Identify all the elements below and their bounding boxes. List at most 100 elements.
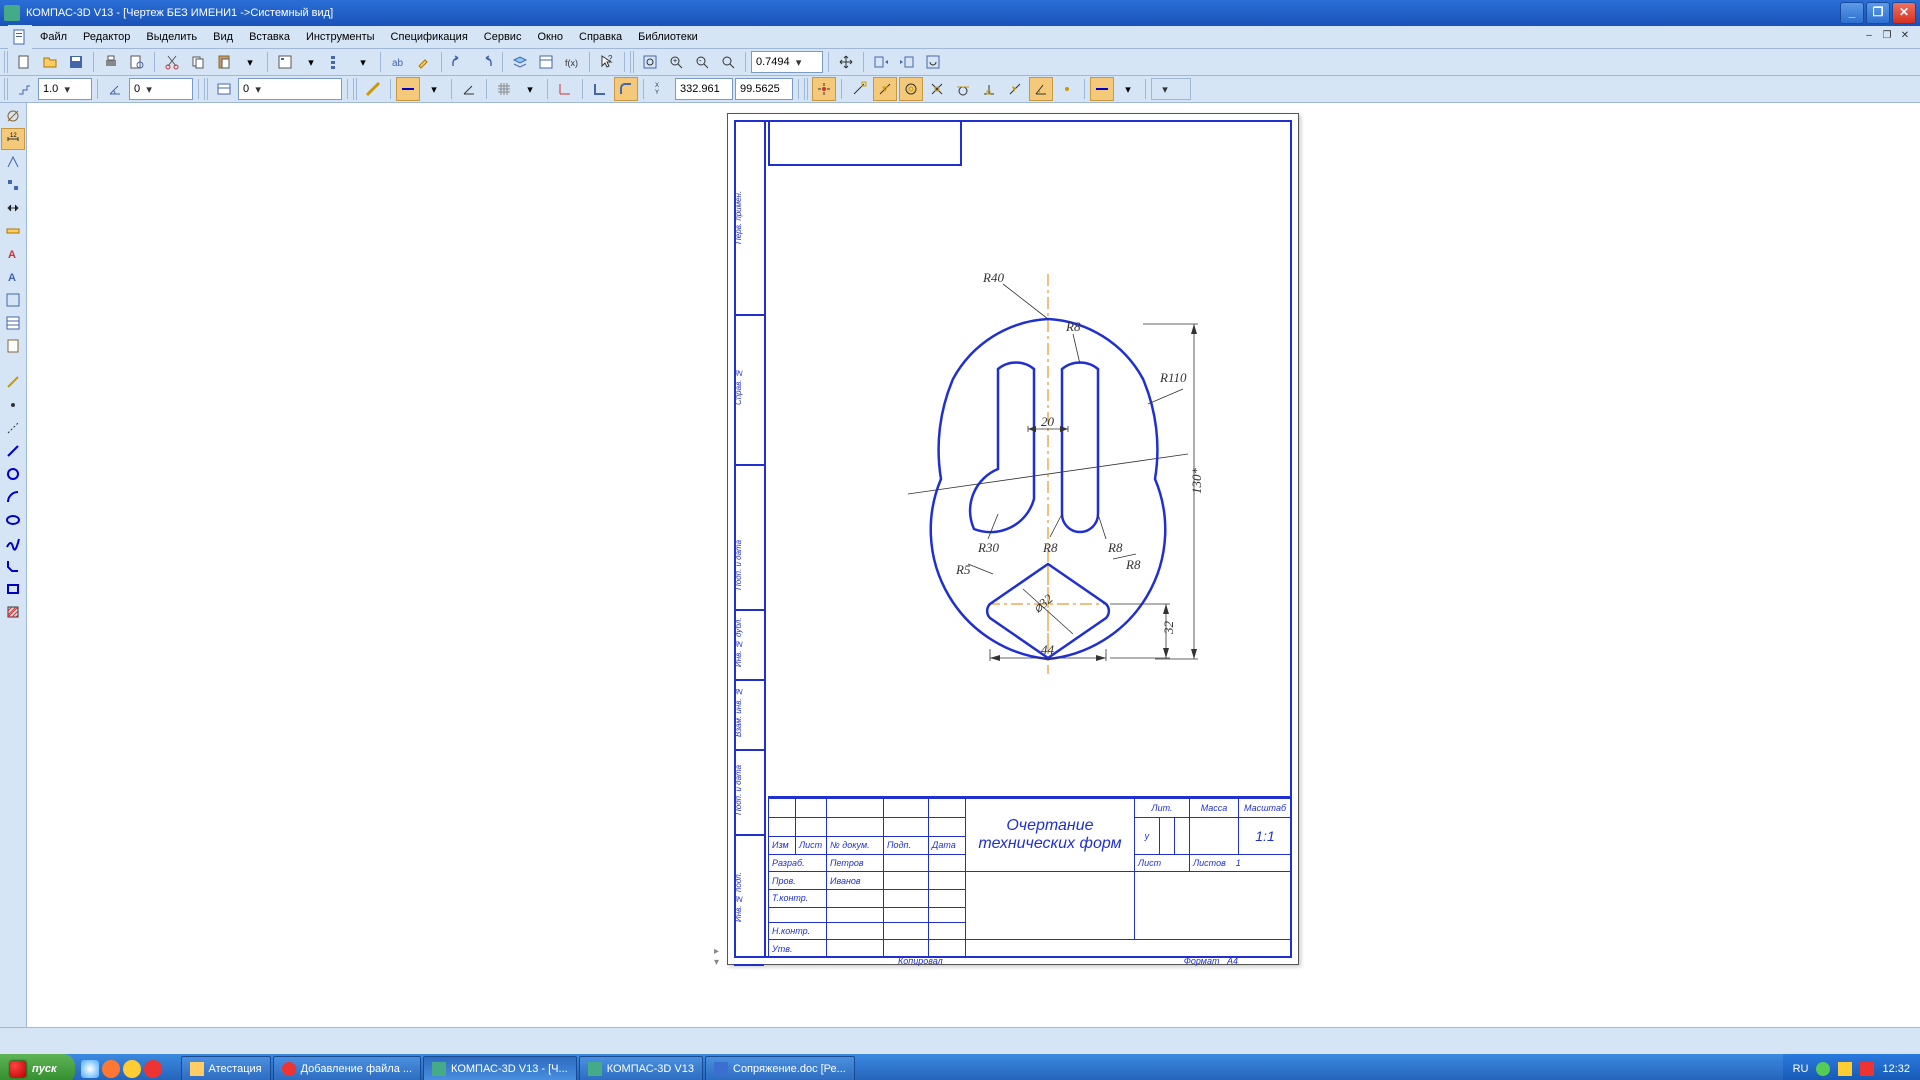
menu-spec[interactable]: Спецификация xyxy=(383,29,476,45)
properties-button[interactable] xyxy=(273,50,297,74)
fx-button[interactable]: f(x) xyxy=(560,50,584,74)
menu-file[interactable]: Файл xyxy=(32,29,75,45)
symbols-tab[interactable] xyxy=(1,151,25,173)
reports-tab[interactable] xyxy=(1,335,25,357)
edit-tab[interactable] xyxy=(1,174,25,196)
tray-icon[interactable] xyxy=(1816,1062,1830,1076)
mdi-minimize-button[interactable]: – xyxy=(1862,30,1876,44)
toolbar-grip[interactable] xyxy=(353,78,359,100)
ortho-button[interactable] xyxy=(588,77,612,101)
dropdown-icon[interactable]: ▾ xyxy=(299,50,323,74)
tree-button[interactable] xyxy=(325,50,349,74)
menu-window[interactable]: Окно xyxy=(529,29,571,45)
geometry-tab[interactable] xyxy=(1,105,25,127)
hatch-tool[interactable] xyxy=(1,601,25,623)
snap-normal-button[interactable] xyxy=(977,77,1001,101)
ellipse-tool[interactable] xyxy=(1,509,25,531)
zoom-fit-button[interactable] xyxy=(638,50,662,74)
dropdown-icon[interactable]: ▾ xyxy=(422,77,446,101)
aux-line-tool[interactable] xyxy=(1,417,25,439)
toolbar-grip[interactable] xyxy=(204,78,210,100)
start-button[interactable]: пуск xyxy=(0,1054,75,1080)
drawing-canvas[interactable]: Перв. примен. Справ. № Подп. и дата Инв.… xyxy=(27,103,1920,1027)
dropdown-icon[interactable]: ▾ xyxy=(351,50,375,74)
firefox-icon[interactable] xyxy=(102,1060,120,1078)
snap-tangent-button[interactable] xyxy=(951,77,975,101)
menu-help[interactable]: Справка xyxy=(571,29,630,45)
rect-tool[interactable] xyxy=(1,578,25,600)
coord-y-field[interactable]: 99.5625 xyxy=(735,78,793,100)
tray-icon[interactable] xyxy=(1860,1062,1874,1076)
params-tab[interactable] xyxy=(1,197,25,219)
step-combo[interactable]: 1.0▾ xyxy=(38,78,92,100)
preview-button[interactable] xyxy=(125,50,149,74)
empty-combo[interactable]: ▾ xyxy=(1151,78,1191,100)
maximize-button[interactable]: ❐ xyxy=(1866,2,1890,24)
tray-icon[interactable] xyxy=(1838,1062,1852,1076)
taskbar-item[interactable]: Атестация xyxy=(181,1056,271,1080)
toolbar-grip[interactable] xyxy=(630,51,636,73)
taskbar-item[interactable]: КОМПАС-3D V13 - [Ч... xyxy=(423,1056,577,1080)
new-button[interactable] xyxy=(12,50,36,74)
zoom-window-button[interactable] xyxy=(716,50,740,74)
measure-button[interactable] xyxy=(361,77,385,101)
menu-libraries[interactable]: Библиотеки xyxy=(630,29,706,45)
minimize-button[interactable]: _ xyxy=(1840,2,1864,24)
browser-icon[interactable] xyxy=(123,1060,141,1078)
menu-view[interactable]: Вид xyxy=(205,29,241,45)
chamfer-tool[interactable] xyxy=(1,555,25,577)
snap-end-button[interactable] xyxy=(847,77,871,101)
angle-combo[interactable]: 0▾ xyxy=(129,78,193,100)
circle-tool[interactable] xyxy=(1,463,25,485)
table-tab[interactable]: A xyxy=(1,266,25,288)
arc-tool[interactable] xyxy=(1,486,25,508)
zoom-out-button[interactable]: - xyxy=(690,50,714,74)
ie-icon[interactable] xyxy=(81,1060,99,1078)
help-pointer-button[interactable]: ? xyxy=(595,50,619,74)
angle-tool-button[interactable] xyxy=(457,77,481,101)
dropdown-icon[interactable]: ▾ xyxy=(518,77,542,101)
toolbar-grip[interactable] xyxy=(4,78,10,100)
undo-button[interactable] xyxy=(447,50,471,74)
zoom-combo[interactable]: 0.7494▾ xyxy=(751,51,823,73)
dropdown-icon[interactable]: ▾ xyxy=(238,50,262,74)
spec-tab[interactable] xyxy=(1,312,25,334)
round-button[interactable] xyxy=(614,77,638,101)
line-tool[interactable] xyxy=(1,371,25,393)
menu-select[interactable]: Выделить xyxy=(138,29,205,45)
dropdown-icon[interactable]: ▾ xyxy=(1116,77,1140,101)
taskbar-item[interactable]: Добавление файла ... xyxy=(273,1056,421,1080)
copy-props-button[interactable] xyxy=(412,50,436,74)
text-tab[interactable]: A xyxy=(1,243,25,265)
style-combo[interactable]: 0▾ xyxy=(238,78,342,100)
views-tab[interactable] xyxy=(1,289,25,311)
mdi-close-button[interactable]: ✕ xyxy=(1898,30,1912,44)
snap-angle-button[interactable] xyxy=(1029,77,1053,101)
spline-tool[interactable] xyxy=(1,532,25,554)
snap-near-button[interactable] xyxy=(1003,77,1027,101)
next-view-button[interactable] xyxy=(895,50,919,74)
layers-button[interactable] xyxy=(508,50,532,74)
lang-indicator[interactable]: RU xyxy=(1793,1063,1809,1075)
doc-menu-icon[interactable] xyxy=(8,25,32,49)
pan-button[interactable] xyxy=(834,50,858,74)
menu-insert[interactable]: Вставка xyxy=(241,29,298,45)
measure-tab[interactable] xyxy=(1,220,25,242)
redraw-button[interactable] xyxy=(921,50,945,74)
snap-center-button[interactable] xyxy=(899,77,923,101)
snap-config-button[interactable] xyxy=(1090,77,1114,101)
toolbar-grip[interactable] xyxy=(4,51,10,73)
copy-button[interactable] xyxy=(186,50,210,74)
prev-view-button[interactable] xyxy=(869,50,893,74)
menu-service[interactable]: Сервис xyxy=(476,29,530,45)
toolbar-grip[interactable] xyxy=(804,78,810,100)
mdi-restore-button[interactable]: ❐ xyxy=(1880,30,1894,44)
line-style-button[interactable] xyxy=(396,77,420,101)
save-button[interactable] xyxy=(64,50,88,74)
snap-mid-button[interactable] xyxy=(873,77,897,101)
close-button[interactable]: ✕ xyxy=(1892,2,1916,24)
spec-button[interactable] xyxy=(534,50,558,74)
grid-button[interactable] xyxy=(492,77,516,101)
open-button[interactable] xyxy=(38,50,62,74)
zoom-in-button[interactable]: + xyxy=(664,50,688,74)
